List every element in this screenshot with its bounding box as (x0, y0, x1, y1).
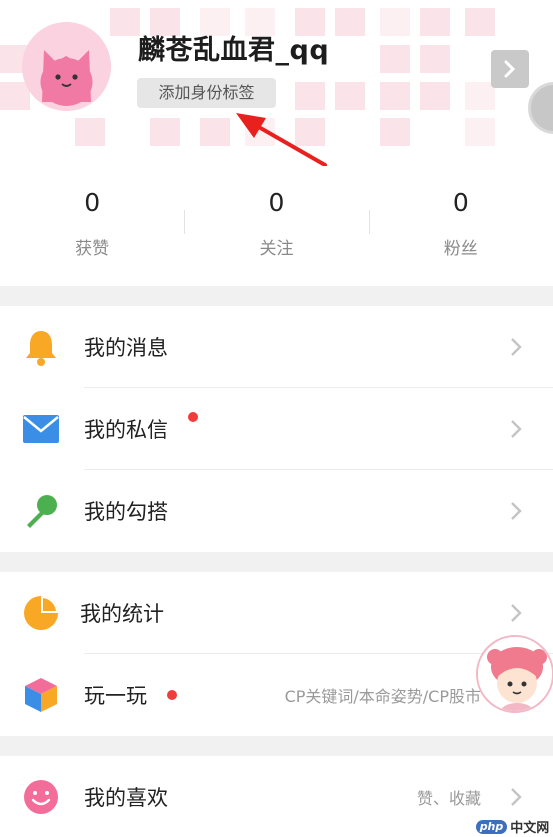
stat-fans-label: 粉丝 (443, 239, 478, 259)
menu-label-statistics: 我的统计 (80, 602, 164, 626)
menu-item-hookups[interactable]: 我的勾搭 (0, 470, 553, 552)
envelope-icon (22, 410, 60, 448)
cat-avatar-icon (22, 22, 111, 111)
stat-following-label: 关注 (259, 239, 294, 259)
chevron-right-icon (511, 502, 522, 520)
watermark: php 中文网 (472, 816, 553, 837)
profile-detail-button[interactable] (491, 50, 529, 88)
menu-group-2: 我的统计 玩一玩 CP关键词/本命姿势/CP股市 (0, 572, 553, 736)
floating-assistant-avatar[interactable] (476, 635, 553, 713)
smiley-icon (22, 778, 60, 816)
menu-item-statistics[interactable]: 我的统计 (0, 572, 553, 654)
stat-likes-label: 获赞 (75, 239, 110, 259)
watermark-logo: php (475, 819, 508, 834)
stat-likes[interactable]: 0 获赞 (0, 166, 184, 286)
pie-chart-icon (22, 594, 60, 632)
menu-item-play[interactable]: 玩一玩 CP关键词/本命姿势/CP股市 (0, 654, 553, 736)
microphone-icon (22, 492, 60, 530)
stat-fans[interactable]: 0 粉丝 (368, 166, 553, 286)
stat-fans-value: 0 (452, 188, 469, 217)
stat-following-value: 0 (268, 188, 285, 217)
chevron-right-icon (511, 338, 522, 356)
stats-bar: 0 获赞 0 关注 0 粉丝 (0, 166, 553, 286)
user-avatar[interactable] (22, 22, 111, 111)
menu-item-likes[interactable]: 我的喜欢 赞、收藏 (0, 756, 553, 837)
menu-label-likes: 我的喜欢 (84, 786, 168, 810)
username: 麟苍乱血君_qq (138, 35, 330, 66)
menu-item-messages[interactable]: 我的消息 (0, 306, 553, 388)
add-identity-tag-button[interactable]: 添加身份标签 (137, 78, 276, 108)
stat-likes-value: 0 (84, 188, 101, 217)
profile-header: 麟苍乱血君_qq 添加身份标签 (0, 0, 553, 166)
chevron-right-icon (511, 420, 522, 438)
menu-label-play: 玩一玩 (84, 684, 147, 708)
chevron-right-icon (504, 60, 516, 78)
chevron-right-icon (511, 788, 522, 806)
menu-sub-likes: 赞、收藏 (416, 789, 481, 808)
chevron-right-icon (511, 604, 522, 622)
menu-label-messages: 我的消息 (84, 336, 168, 360)
menu-sub-play: CP关键词/本命姿势/CP股市 (284, 687, 481, 706)
bell-icon (22, 328, 60, 366)
cube-icon (22, 676, 60, 714)
girl-avatar-icon (478, 637, 552, 711)
unread-dot (188, 412, 198, 422)
menu-label-hookups: 我的勾搭 (84, 500, 168, 524)
menu-item-private-letters[interactable]: 我的私信 (0, 388, 553, 470)
menu-label-private-letters: 我的私信 (84, 418, 168, 442)
stat-following[interactable]: 0 关注 (184, 166, 368, 286)
menu-group-1: 我的消息 我的私信 我的勾搭 (0, 306, 553, 552)
watermark-text: 中文网 (510, 821, 550, 836)
unread-dot (167, 690, 177, 700)
menu-group-3: 我的喜欢 赞、收藏 (0, 756, 553, 837)
